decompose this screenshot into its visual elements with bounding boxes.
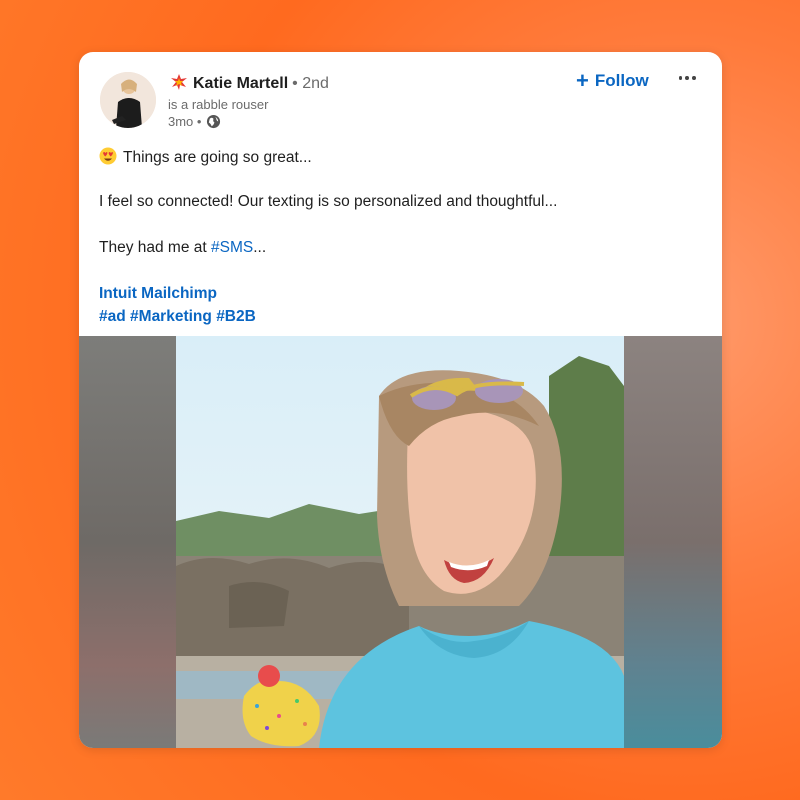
hashtag-b2b[interactable]: #B2B [216, 308, 256, 325]
hashtag-marketing[interactable]: #Marketing [130, 308, 212, 325]
hashtag-sms[interactable]: #SMS [211, 239, 253, 256]
globe-icon [206, 114, 221, 129]
plus-icon: + [576, 68, 589, 93]
author-headline: is a rabble rouser [168, 97, 269, 112]
post-header: Katie Martell • 2nd is a rabble rouser 3… [79, 52, 722, 136]
author-name[interactable]: Katie Martell [193, 75, 288, 93]
post-line-3: They had me at #SMS... [99, 239, 266, 257]
hashtag-row: #ad #Marketing #B2B [99, 308, 256, 326]
post-text-line-1: Things are going so great... [123, 149, 312, 166]
connection-degree: • 2nd [292, 75, 329, 92]
post-line-1: Things are going so great... [99, 147, 312, 170]
post-text-line-3-prefix: They had me at [99, 239, 212, 256]
post-text-line-2: I feel so connected! Our texting is so p… [99, 193, 558, 210]
author-name-row: Katie Martell • 2nd [171, 74, 329, 94]
post-meta: 3mo • [168, 114, 221, 129]
post-text-line-3-suffix: ... [253, 239, 267, 256]
more-options-icon[interactable] [677, 66, 697, 90]
post-time: 3mo • [168, 114, 202, 129]
avatar[interactable] [100, 72, 156, 128]
heart-eyes-emoji-icon [99, 147, 117, 170]
follow-label: Follow [594, 71, 649, 90]
company-mention-link[interactable]: Intuit Mailchimp [99, 285, 217, 303]
follow-button[interactable]: + Follow [576, 68, 649, 94]
post-card: Katie Martell • 2nd is a rabble rouser 3… [79, 52, 722, 748]
post-video[interactable] [79, 336, 722, 748]
hashtag-ad[interactable]: #ad [99, 308, 126, 325]
collision-emoji-icon [171, 74, 187, 94]
